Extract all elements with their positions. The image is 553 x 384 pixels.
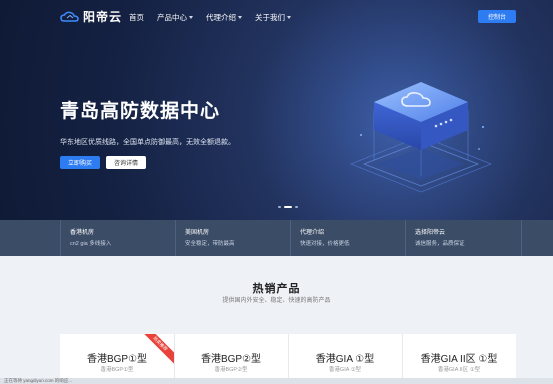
product-card-subtitle: 香港GIA II区 ①型: [437, 367, 481, 373]
hero-subtitle: 华东地区优质线路，全国单点防御最高，无效全额退款。: [60, 139, 235, 146]
hero-banner: 阳帝云 首页 产品中心 代理介绍 关于我们 控制台 青岛高防数据中心 华东地区优…: [0, 0, 553, 220]
product-card-subtitle: 香港BGP①型: [100, 367, 134, 373]
product-card-subtitle: 香港GIA ①型: [328, 367, 362, 373]
feature-title: 美国机房: [185, 230, 210, 236]
hero-title: 青岛高防数据中心: [60, 101, 221, 122]
chevron-down-icon: [238, 16, 242, 19]
hot-products-section: 热销产品 提供国内外安全、稳定、快速的高防产品 热卖推荐 香港BGP①型 香港B…: [0, 256, 553, 384]
product-card-hk-gia-2-1[interactable]: 香港GIA II区 ①型 香港GIA II区 ①型: [402, 334, 516, 384]
product-card-hk-bgp-1[interactable]: 热卖推荐 香港BGP①型 香港BGP①型: [60, 334, 175, 384]
logo-text: 阳帝云: [83, 10, 123, 24]
cloud-server-illustration: [349, 82, 493, 193]
feature-title: 选择阳帝云: [415, 230, 446, 236]
feature-choose-us[interactable]: 选择阳帝云 诚信服务，品质保证: [405, 220, 522, 256]
feature-desc: 快速对接，价格更低: [300, 241, 350, 247]
cloud-logo-icon: [60, 11, 79, 22]
feature-us-datacenter[interactable]: 美国机房 安全稳定，带防最高: [175, 220, 291, 256]
feature-desc: 诚信服务，品质保证: [415, 241, 465, 247]
nav-item-label: 首页: [129, 13, 144, 22]
product-card-title: 香港BGP②型: [200, 354, 262, 365]
product-card-title: 香港BGP①型: [86, 354, 148, 365]
product-card-title: 香港GIA ①型: [315, 354, 375, 365]
product-cards: 热卖推荐 香港BGP①型 香港BGP①型 香港BGP②型 香港BGP②型 香港G…: [60, 334, 516, 384]
chevron-down-icon: [287, 16, 291, 19]
nav-item-label: 产品中心: [157, 13, 187, 22]
section-subtitle: 提供国内外安全、稳定、快速的高防产品: [222, 298, 331, 304]
feature-title: 香港机房: [70, 230, 95, 236]
top-nav: 阳帝云 首页 产品中心 代理介绍 关于我们 控制台: [0, 0, 553, 32]
feature-desc: 安全稳定，带防最高: [185, 241, 235, 247]
chevron-down-icon: [189, 16, 193, 19]
feature-hk-datacenter[interactable]: 香港机房 cn2 gia 多线接入: [60, 220, 176, 256]
nav-item-about[interactable]: 关于我们: [255, 12, 291, 23]
feature-title: 代理介绍: [300, 230, 325, 236]
product-card-title: 香港GIA II区 ①型: [420, 354, 498, 365]
buy-now-button[interactable]: 立即购买: [60, 156, 100, 169]
feature-desc: cn2 gia 多线接入: [70, 241, 112, 247]
nav-item-label: 关于我们: [255, 13, 285, 22]
consult-button[interactable]: 咨询详情: [106, 156, 146, 169]
product-card-subtitle: 香港BGP②型: [214, 367, 248, 373]
feature-strip: 香港机房 cn2 gia 多线接入 美国机房 安全稳定，带防最高 代理介绍 快速…: [0, 220, 553, 256]
section-title: 热销产品: [252, 283, 301, 295]
product-card-hk-bgp-2[interactable]: 香港BGP②型 香港BGP②型: [174, 334, 289, 384]
logo[interactable]: 阳帝云: [60, 8, 122, 25]
nav-item-label: 代理介绍: [206, 13, 236, 22]
carousel-dot[interactable]: [278, 206, 281, 208]
nav-item-products[interactable]: 产品中心: [157, 12, 193, 23]
product-card-hk-gia-1[interactable]: 香港GIA ①型 香港GIA ①型: [288, 334, 403, 384]
nav-item-agent[interactable]: 代理介绍: [206, 12, 242, 23]
nav-item-home[interactable]: 首页: [129, 12, 144, 23]
browser-status-bar: 正在等待 yangdiyun.com 的响应...: [0, 378, 553, 384]
feature-agent[interactable]: 代理介绍 快速对接，价格更低: [290, 220, 406, 256]
carousel-dot[interactable]: [295, 206, 298, 208]
carousel-dot-active[interactable]: [284, 206, 292, 208]
carousel-dots: [278, 206, 298, 208]
console-button[interactable]: 控制台: [478, 10, 516, 23]
nav-menu: 首页 产品中心 代理介绍 关于我们: [129, 12, 291, 23]
